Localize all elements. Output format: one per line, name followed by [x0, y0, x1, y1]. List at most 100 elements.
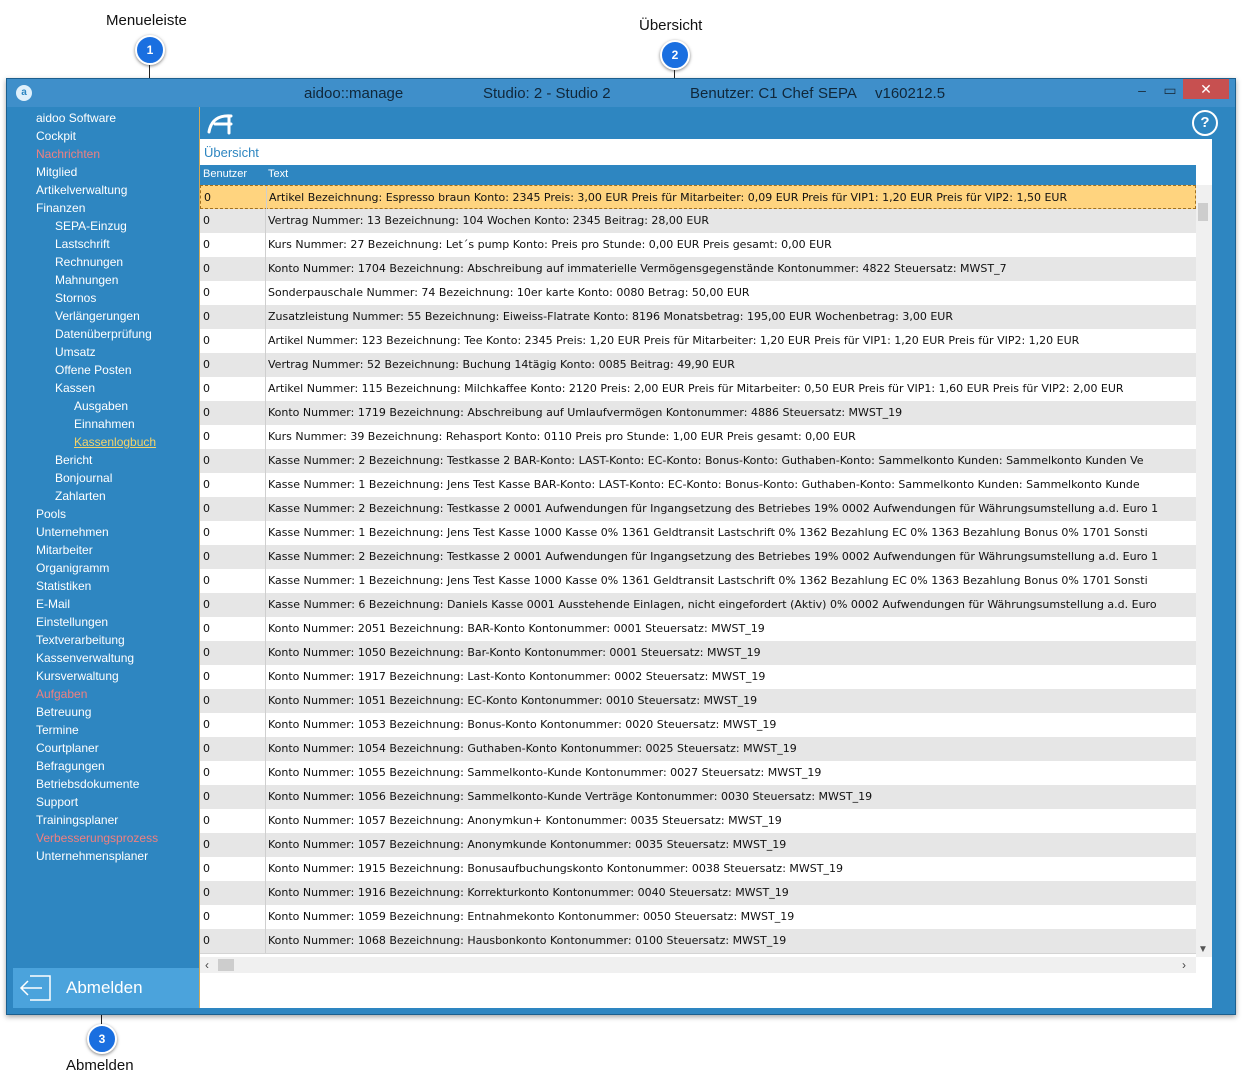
- maximize-button[interactable]: ▭: [1155, 79, 1185, 101]
- table-row[interactable]: 0 Sonderpauschale Nummer: 74 Bezeichnung:…: [200, 281, 1196, 306]
- table-row[interactable]: 0 Artikel Nummer: 115 Bezeichnung: Milchk…: [200, 377, 1196, 402]
- sidebar-item[interactable]: Kassen: [55, 381, 95, 395]
- sidebar-item[interactable]: Verbesserungsprozess: [36, 831, 158, 845]
- horizontal-scrollbar[interactable]: ‹ ›: [200, 957, 1196, 973]
- sidebar-item[interactable]: Bonjournal: [55, 471, 112, 485]
- column-divider: [265, 209, 266, 233]
- table-row[interactable]: 0 Kasse Nummer: 1 Bezeichnung: Jens Test …: [200, 569, 1196, 594]
- sidebar-item[interactable]: Umsatz: [55, 345, 96, 359]
- sidebar-item[interactable]: Aufgaben: [36, 687, 87, 701]
- sidebar-item[interactable]: Datenüberprüfung: [55, 327, 152, 341]
- vertical-scroll-thumb[interactable]: [1198, 203, 1208, 221]
- sidebar-item[interactable]: Einnahmen: [74, 417, 135, 431]
- minimize-button[interactable]: –: [1127, 79, 1157, 101]
- column-divider: [265, 233, 266, 257]
- logout-button[interactable]: Abmelden: [13, 968, 199, 1008]
- table-row[interactable]: 0 Konto Nummer: 2051 Bezeichnung: BAR-Kon…: [200, 617, 1196, 642]
- sidebar-item[interactable]: Zahlarten: [55, 489, 106, 503]
- sidebar-item[interactable]: Unternehmensplaner: [36, 849, 148, 863]
- table-row[interactable]: 0 Konto Nummer: 1054 Bezeichnung: Guthabe…: [200, 737, 1196, 762]
- cell-text: Vertrag Nummer: 13 Bezeichnung: 104 Woch…: [268, 214, 710, 227]
- table-row[interactable]: 0 Konto Nummer: 1051 Bezeichnung: EC-Kont…: [200, 689, 1196, 714]
- sidebar-item[interactable]: Offene Posten: [55, 363, 132, 377]
- help-icon[interactable]: ?: [1192, 110, 1218, 136]
- table-row[interactable]: 0 Konto Nummer: 1917 Bezeichnung: Last-Ko…: [200, 665, 1196, 690]
- table-row[interactable]: 0 Konto Nummer: 1719 Bezeichnung: Abschre…: [200, 401, 1196, 426]
- cell-benutzer: 0: [203, 286, 210, 299]
- table-row[interactable]: 0 Zusatzleistung Nummer: 55 Bezeichnung: …: [200, 305, 1196, 330]
- scroll-down-arrow-icon[interactable]: ▼: [1198, 944, 1208, 955]
- column-header-benutzer[interactable]: Benutzer: [203, 168, 247, 180]
- table-row[interactable]: 0 Kurs Nummer: 27 Bezeichnung: Let´s pump…: [200, 233, 1196, 258]
- table-row[interactable]: 0 Konto Nummer: 1056 Bezeichnung: Sammelk…: [200, 785, 1196, 810]
- table-row[interactable]: 0 Konto Nummer: 1055 Bezeichnung: Sammelk…: [200, 761, 1196, 786]
- cell-benutzer: 0: [203, 238, 210, 251]
- sidebar-item[interactable]: Statistiken: [36, 579, 91, 593]
- sidebar-item[interactable]: E-Mail: [36, 597, 70, 611]
- sidebar-item[interactable]: Artikelverwaltung: [36, 183, 127, 197]
- sidebar-item[interactable]: Betreuung: [36, 705, 91, 719]
- table-row[interactable]: 0 Konto Nummer: 1068 Bezeichnung: Hausbon…: [200, 929, 1196, 954]
- cell-benutzer: 0: [203, 334, 210, 347]
- table-row[interactable]: 0 Konto Nummer: 1916 Bezeichnung: Korrekt…: [200, 881, 1196, 906]
- table-row[interactable]: 0 Kasse Nummer: 2 Bezeichnung: Testkasse …: [200, 497, 1196, 522]
- table-row[interactable]: 0 Artikel Bezeichnung: Espresso braun Kon…: [200, 185, 1196, 210]
- sidebar-item[interactable]: Cockpit: [36, 129, 76, 143]
- table-row[interactable]: 0 Kasse Nummer: 1 Bezeichnung: Jens Test …: [200, 473, 1196, 498]
- scroll-right-arrow-icon[interactable]: ›: [1182, 958, 1186, 972]
- table-row[interactable]: 0 Kasse Nummer: 1 Bezeichnung: Jens Test …: [200, 521, 1196, 546]
- table-row[interactable]: 0 Vertrag Nummer: 52 Bezeichnung: Buchung…: [200, 353, 1196, 378]
- sidebar-item[interactable]: Kassenlogbuch: [74, 435, 156, 449]
- cell-benutzer: 0: [203, 430, 210, 443]
- sidebar-item[interactable]: Ausgaben: [74, 399, 128, 413]
- sidebar-item[interactable]: Einstellungen: [36, 615, 108, 629]
- sidebar-item[interactable]: Befragungen: [36, 759, 105, 773]
- sidebar-item[interactable]: Kursverwaltung: [36, 669, 119, 683]
- sidebar-item[interactable]: Betriebsdokumente: [36, 777, 139, 791]
- table-row[interactable]: 0 Kasse Nummer: 2 Bezeichnung: Testkasse …: [200, 449, 1196, 474]
- column-divider: [265, 329, 266, 353]
- sidebar-item[interactable]: Pools: [36, 507, 66, 521]
- sidebar-item[interactable]: Termine: [36, 723, 79, 737]
- sidebar-item[interactable]: Finanzen: [36, 201, 85, 215]
- table-row[interactable]: 0 Konto Nummer: 1704 Bezeichnung: Abschre…: [200, 257, 1196, 282]
- table-row[interactable]: 0 Konto Nummer: 1057 Bezeichnung: Anonymk…: [200, 833, 1196, 858]
- vertical-scrollbar[interactable]: ▼: [1196, 185, 1212, 957]
- cell-text: Konto Nummer: 1055 Bezeichnung: Sammelko…: [268, 766, 822, 779]
- sidebar-item[interactable]: Stornos: [55, 291, 96, 305]
- app-icon[interactable]: a: [16, 85, 32, 101]
- table-row[interactable]: 0 Kurs Nummer: 39 Bezeichnung: Rehasport …: [200, 425, 1196, 450]
- sidebar-item[interactable]: Bericht: [55, 453, 92, 467]
- table-row[interactable]: 0 Konto Nummer: 1053 Bezeichnung: Bonus-K…: [200, 713, 1196, 738]
- sidebar-item[interactable]: Mahnungen: [55, 273, 118, 287]
- sidebar-item[interactable]: aidoo Software: [36, 111, 116, 125]
- sidebar-item[interactable]: Support: [36, 795, 78, 809]
- close-button[interactable]: ✕: [1183, 79, 1229, 99]
- sidebar-item[interactable]: Courtplaner: [36, 741, 99, 755]
- horizontal-scroll-thumb[interactable]: [218, 959, 234, 971]
- column-divider: [265, 401, 266, 425]
- table-row[interactable]: 0 Konto Nummer: 1915 Bezeichnung: Bonusau…: [200, 857, 1196, 882]
- table-row[interactable]: 0 Kasse Nummer: 6 Bezeichnung: Daniels Ka…: [200, 593, 1196, 618]
- sidebar-item[interactable]: Rechnungen: [55, 255, 123, 269]
- table-row[interactable]: 0 Vertrag Nummer: 13 Bezeichnung: 104 Woc…: [200, 209, 1196, 234]
- scroll-left-arrow-icon[interactable]: ‹: [205, 958, 209, 972]
- sidebar-item[interactable]: Unternehmen: [36, 525, 109, 539]
- sidebar-item[interactable]: Lastschrift: [55, 237, 110, 251]
- table-row[interactable]: 0 Konto Nummer: 1059 Bezeichnung: Entnahm…: [200, 905, 1196, 930]
- sidebar-item[interactable]: Trainingsplaner: [36, 813, 118, 827]
- sidebar-item[interactable]: Verlängerungen: [55, 309, 140, 323]
- table-row[interactable]: 0 Kasse Nummer: 2 Bezeichnung: Testkasse …: [200, 545, 1196, 570]
- table-row[interactable]: 0 Konto Nummer: 1057 Bezeichnung: Anonymk…: [200, 809, 1196, 834]
- sidebar-item[interactable]: Textverarbeitung: [36, 633, 125, 647]
- sidebar-item[interactable]: Nachrichten: [36, 147, 100, 161]
- sidebar-item[interactable]: Mitarbeiter: [36, 543, 93, 557]
- sidebar-item[interactable]: Kassenverwaltung: [36, 651, 134, 665]
- sidebar-item[interactable]: Mitglied: [36, 165, 77, 179]
- sidebar-item[interactable]: Organigramm: [36, 561, 109, 575]
- column-header-text[interactable]: Text: [268, 168, 288, 180]
- table-row[interactable]: 0 Artikel Nummer: 123 Bezeichnung: Tee Ko…: [200, 329, 1196, 354]
- table-row[interactable]: 0 Konto Nummer: 1050 Bezeichnung: Bar-Kon…: [200, 641, 1196, 666]
- sidebar-item[interactable]: SEPA-Einzug: [55, 219, 127, 233]
- cell-benutzer: 0: [203, 742, 210, 755]
